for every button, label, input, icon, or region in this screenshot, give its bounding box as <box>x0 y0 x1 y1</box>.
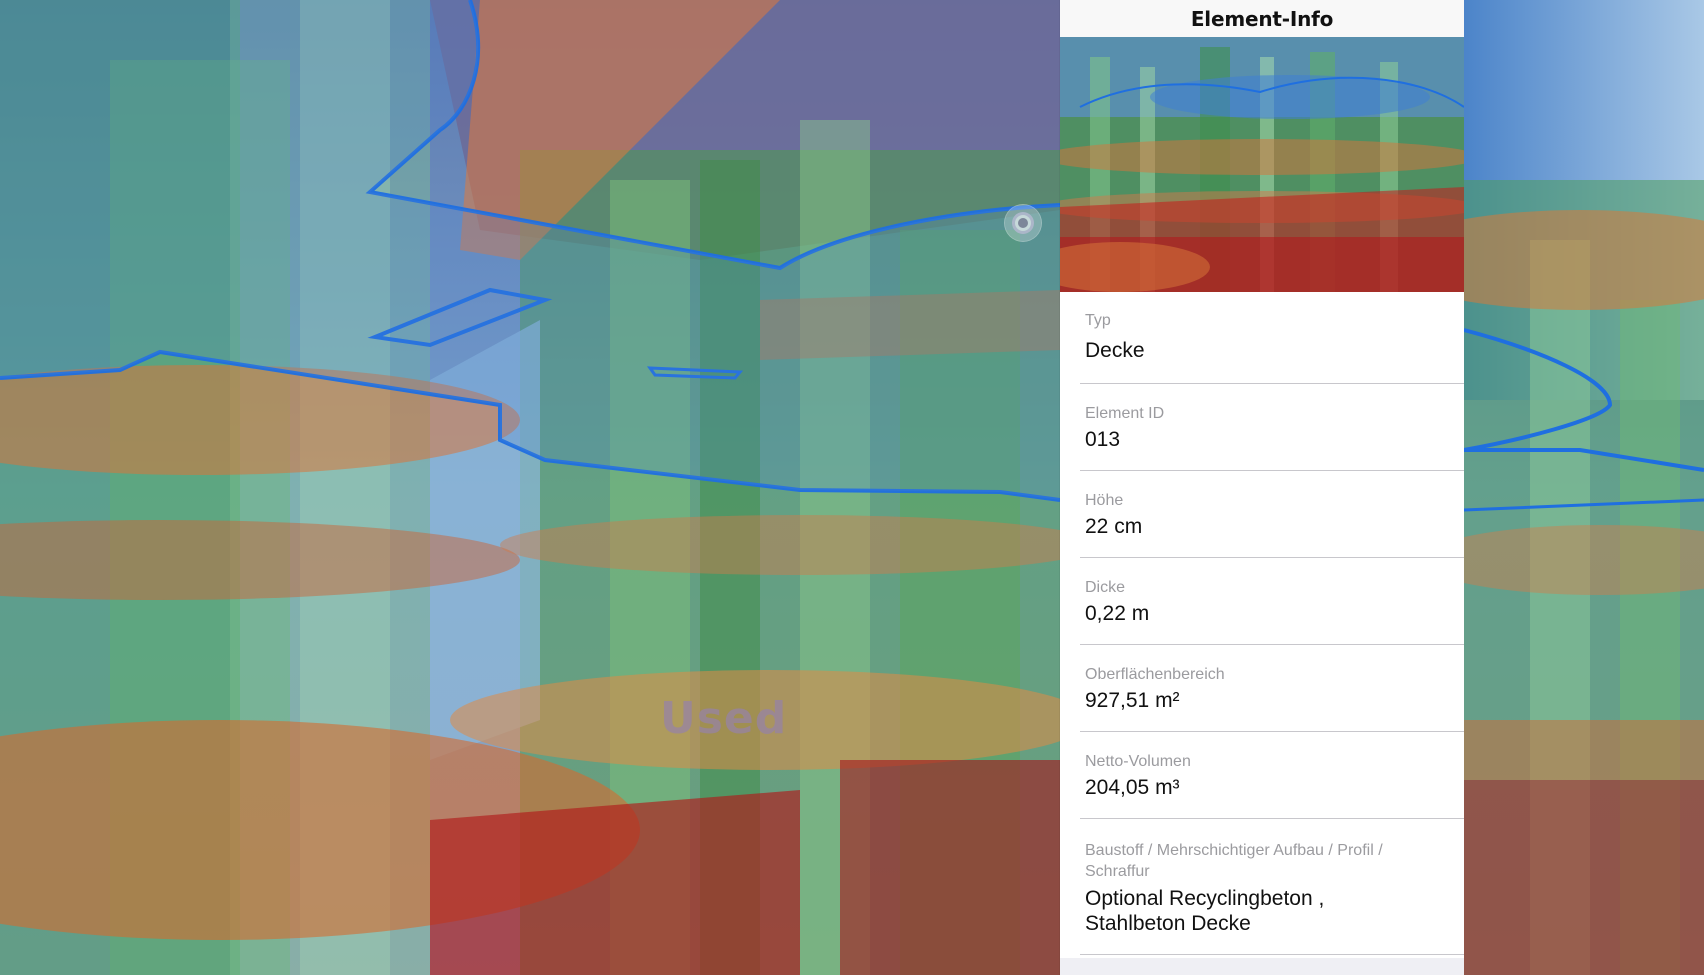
property-value: 0,22 m <box>1085 602 1150 625</box>
property-row-hoehe: Höhe 22 cm <box>1080 471 1464 558</box>
property-list: Typ Decke Element ID 013 Höhe 22 cm Dick… <box>1060 292 1464 955</box>
property-label: Oberflächenbereich <box>1085 666 1225 683</box>
element-info-panel: Element-Info Typ Decke Element ID 013 Hö… <box>1060 0 1464 975</box>
target-dot <box>1018 218 1028 228</box>
property-value: Optional Recyclingbeton , Stahlbeton Dec… <box>1085 887 1325 935</box>
target-ring <box>1012 212 1034 234</box>
property-row-typ: Typ Decke <box>1080 292 1464 384</box>
property-value: 22 cm <box>1085 515 1143 538</box>
panel-title: Element-Info <box>1190 6 1334 31</box>
property-value: 013 <box>1085 428 1121 451</box>
property-row-baustoff: Baustoff / Mehrschichtiger Aufbau / Prof… <box>1080 819 1464 955</box>
property-label: Höhe <box>1085 492 1124 509</box>
property-label: Dicke <box>1085 579 1126 596</box>
property-label: Element ID <box>1085 405 1165 422</box>
property-value: 927,51 m² <box>1085 689 1180 712</box>
property-row-netto-volumen: Netto-Volumen 204,05 m³ <box>1080 732 1464 819</box>
overlay-label: Used <box>660 693 788 744</box>
property-value: 204,05 m³ <box>1085 776 1180 799</box>
selection-target-icon[interactable] <box>1005 205 1041 241</box>
property-label: Typ <box>1085 312 1111 329</box>
property-row-dicke: Dicke 0,22 m <box>1080 558 1464 645</box>
property-row-oberflaechenbereich: Oberflächenbereich 927,51 m² <box>1080 645 1464 732</box>
panel-header: Element-Info <box>1060 0 1464 37</box>
property-label: Baustoff / Mehrschichtiger Aufbau / Prof… <box>1085 842 1383 880</box>
ar-model-view[interactable]: Used Element-Info Typ Decke Element ID 0… <box>0 0 1704 975</box>
property-row-element-id: Element ID 013 <box>1080 384 1464 471</box>
panel-footer <box>1060 958 1464 975</box>
property-value: Decke <box>1085 339 1145 362</box>
element-preview-image <box>1060 37 1464 292</box>
property-label: Netto-Volumen <box>1085 753 1191 770</box>
